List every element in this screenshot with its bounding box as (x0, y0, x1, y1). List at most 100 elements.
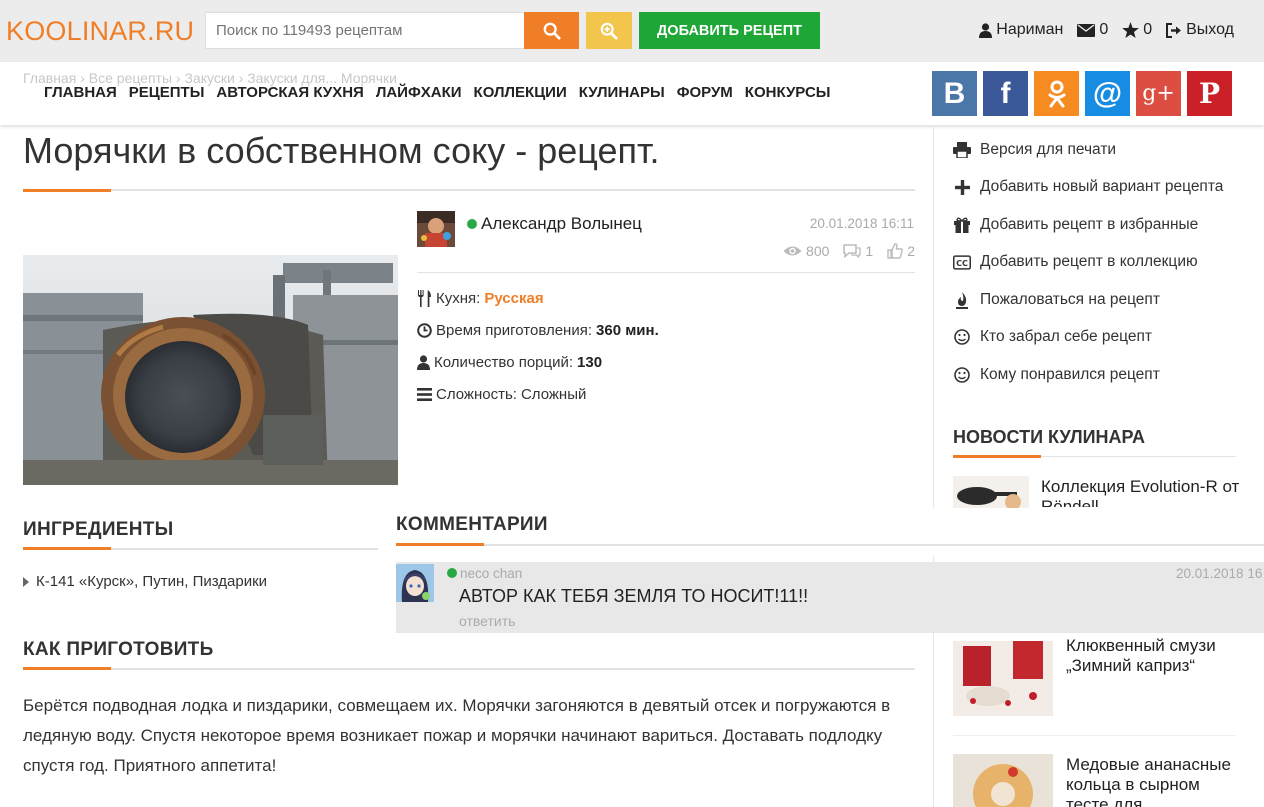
news-thumb-3[interactable] (953, 754, 1053, 807)
search-icon (543, 22, 561, 40)
comments-count: 1 (865, 243, 874, 259)
add-variant-link[interactable]: Добавить новый вариант рецепта (953, 178, 1223, 196)
news-item-1[interactable]: Коллекция Evolution-R от Röndell (1041, 477, 1241, 507)
add-to-collection-link[interactable]: CC Добавить рецепт в коллекцию (953, 253, 1198, 271)
logout-link[interactable]: Выход (1166, 21, 1234, 39)
report-recipe-link[interactable]: Пожаловаться на рецепт (953, 291, 1160, 309)
comment-date: 20.01.2018 16 (1176, 566, 1263, 581)
commenter-name[interactable]: neco chan (460, 566, 522, 581)
favorites-count: 0 (1143, 21, 1153, 38)
ingredients-accent-bar (23, 547, 111, 550)
menu-item-cooks[interactable]: КУЛИНАРЫ (579, 84, 665, 101)
views-stat: 800 (783, 243, 829, 259)
news-title: НОВОСТИ КУЛИНАРА (953, 427, 1145, 447)
page-title: Морячки в собственном соку - рецепт. (23, 130, 660, 171)
report-recipe-label: Пожаловаться на рецепт (980, 291, 1160, 308)
views-count: 800 (806, 243, 830, 259)
logout-icon (1166, 22, 1182, 38)
online-status-dot (467, 219, 477, 229)
recipe-photo[interactable] (23, 255, 398, 485)
googleplus-share-button[interactable]: g+ (1136, 71, 1181, 116)
add-to-collection-label: Добавить рецепт в коллекцию (980, 253, 1198, 270)
ingredient-item: К-141 «Курск», Путин, Пиздарики (23, 573, 267, 590)
cc-icon: CC (953, 254, 971, 270)
likes-stat[interactable]: 2 (887, 243, 915, 259)
star-icon (1122, 22, 1140, 38)
news-accent-bar (953, 455, 1041, 458)
search-button[interactable] (524, 12, 579, 49)
difficulty-label: Сложность: (436, 386, 517, 403)
howto-text: Берётся подводная лодка и пиздарики, сов… (23, 696, 891, 775)
user-nav: Нариман 0 0 Выход (979, 21, 1234, 39)
menu-item-home[interactable]: ГЛАВНАЯ (44, 84, 117, 101)
who-liked-link[interactable]: Кому понравился рецепт (953, 366, 1160, 384)
main-nav-bar: Главная › Все рецепты › Закуски › Закуск… (0, 62, 1264, 125)
difficulty-row: Сложность: Сложный (417, 386, 586, 403)
howto-accent-bar (23, 667, 111, 670)
cook-time-label: Время приготовления: (436, 322, 593, 339)
sidebar-divider (933, 125, 934, 807)
cuisine-value[interactable]: Русская (484, 290, 543, 307)
cuisine-row: Кухня: Русская (417, 290, 544, 307)
search-input[interactable] (205, 12, 525, 49)
comments-title: КОММЕНТАРИИ (396, 514, 548, 535)
news-thumb-2[interactable] (953, 641, 1053, 716)
odnoklassniki-share-button[interactable] (1034, 71, 1079, 116)
comments-accent-bar (396, 543, 484, 546)
thumbs-up-icon (887, 243, 904, 259)
news-item-3[interactable]: Медовые ананасные кольца в сырном тесте … (1066, 755, 1246, 807)
print-version-label: Версия для печати (980, 141, 1117, 158)
zoom-plus-icon (600, 22, 618, 40)
site-logo[interactable]: KOOLINAR.RU (6, 16, 194, 47)
comment-text: АВТОР КАК ТЕБЯ ЗЕМЛЯ ТО НОСИТ!11!! (459, 586, 809, 606)
who-saved-link[interactable]: Кто забрал себе рецепт (953, 328, 1152, 346)
advanced-search-button[interactable] (586, 12, 632, 49)
user-profile-link[interactable]: Нариман (979, 21, 1063, 39)
portions-label: Количество порций: (434, 354, 574, 371)
messages-count: 0 (1099, 21, 1109, 38)
facebook-share-button[interactable]: f (983, 71, 1028, 116)
author-avatar[interactable] (417, 211, 455, 247)
news-item-2[interactable]: Клюквенный смузи „Зимний каприз“ (1066, 636, 1246, 678)
messages-link[interactable]: 0 (1077, 21, 1108, 39)
print-version-link[interactable]: Версия для печати (953, 141, 1116, 159)
menu-item-author-cuisine[interactable]: АВТОРСКАЯ КУХНЯ (216, 84, 363, 101)
clock-icon (417, 323, 432, 338)
logout-label: Выход (1186, 21, 1234, 38)
commenter-avatar[interactable] (396, 564, 434, 602)
printer-icon (953, 142, 971, 158)
menu-item-recipes[interactable]: РЕЦЕПТЫ (129, 84, 205, 101)
title-accent-bar (23, 189, 111, 192)
comments-divider (396, 544, 1264, 546)
menu-item-contests[interactable]: КОНКУРСЫ (745, 84, 831, 101)
comments-stat[interactable]: 1 (843, 243, 873, 259)
fire-icon (956, 291, 968, 309)
vk-share-button[interactable]: В (932, 71, 977, 116)
likes-count: 2 (907, 243, 915, 259)
difficulty-value: Сложный (520, 386, 587, 403)
comment-reply-link[interactable]: ответить (459, 613, 515, 629)
portions-value: 130 (577, 354, 603, 371)
envelope-icon (1077, 23, 1096, 37)
add-to-favorites-label: Добавить рецепт в избранные (980, 216, 1199, 233)
menu-item-lifehacks[interactable]: ЛАЙФХАКИ (376, 84, 462, 101)
add-recipe-button[interactable]: ДОБАВИТЬ РЕЦЕПТ (639, 12, 820, 49)
favorites-link[interactable]: 0 (1122, 21, 1152, 39)
user-icon (417, 355, 430, 370)
meta-divider (417, 272, 915, 273)
recipe-stats: 800 1 2 (783, 243, 915, 259)
mailru-share-button[interactable]: @ (1085, 71, 1130, 116)
menu-item-forum[interactable]: ФОРУМ (677, 84, 733, 101)
author-name[interactable]: Александр Волынец (481, 214, 642, 234)
howto-divider (23, 668, 915, 670)
user-name: Нариман (996, 21, 1064, 38)
eye-icon (783, 246, 802, 256)
commenter-online-dot (447, 568, 457, 578)
howto-title: КАК ПРИГОТОВИТЬ (23, 639, 214, 660)
gift-icon (954, 217, 970, 233)
pinterest-share-button[interactable]: P (1187, 71, 1232, 116)
menu-item-collections[interactable]: КОЛЛЕКЦИИ (474, 84, 567, 101)
cuisine-label: Кухня: (436, 290, 481, 307)
add-to-favorites-link[interactable]: Добавить рецепт в избранные (953, 216, 1198, 234)
main-menu: ГЛАВНАЯ РЕЦЕПТЫ АВТОРСКАЯ КУХНЯ ЛАЙФХАКИ… (44, 84, 830, 101)
